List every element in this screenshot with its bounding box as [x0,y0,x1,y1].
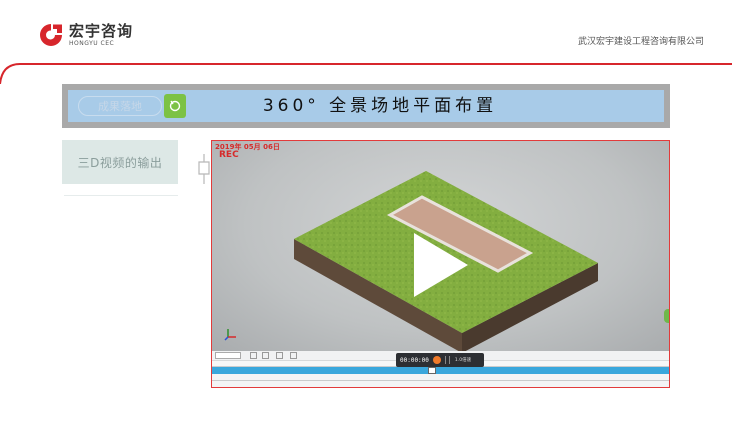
text-icon[interactable] [276,352,283,359]
axis-gizmo-icon [224,329,236,341]
playback-speed[interactable]: 1.0倍速 [455,357,471,363]
sidebar-divider [64,195,178,196]
record-icon[interactable] [432,356,441,364]
divider [448,356,450,364]
logo-name: 宏宇咨询 [69,21,134,40]
video-player[interactable]: 2019年 05月 06日 REC 00:00:00 1.0倍速 [211,140,670,388]
sidebar-item-3d-video[interactable]: 三D视频的输出 [62,140,178,184]
rec-label: REC [219,150,239,160]
company-name: 武汉宏宇建设工程咨询有限公司 [577,37,704,47]
playback-time: 00:00:00 [400,356,429,364]
playhead-handle[interactable] [428,367,436,374]
play-icon[interactable] [410,231,470,299]
fit-icon[interactable] [290,352,297,359]
logo-mark-icon [38,22,64,48]
timeline-track[interactable] [212,367,669,374]
header-divider-curve [0,63,732,84]
tab-results[interactable]: 成果落地 [78,96,162,116]
playback-controls: 00:00:00 1.0倍速 [396,353,484,367]
page-header: 宏宇咨询 HONGYU CEC 武汉宏宇建设工程咨询有限公司 [0,0,732,84]
connector-icon [198,154,210,184]
company-logo[interactable]: 宏宇咨询 HONGYU CEC [38,22,133,48]
panel-handle[interactable] [664,309,669,323]
delete-icon[interactable] [262,352,269,359]
logo-subtitle: HONGYU CEC [69,39,115,47]
timeline-field[interactable] [215,352,241,359]
timeline-row-line [212,380,669,381]
video-viewport[interactable]: 2019年 05月 06日 REC [212,141,669,353]
timeline-keyframe-row[interactable] [212,374,669,387]
page-title: 360° 全景场地平面布置 [262,96,498,116]
zoom-in-icon[interactable] [250,352,257,359]
refresh-icon[interactable] [164,94,186,118]
divider [444,356,446,364]
